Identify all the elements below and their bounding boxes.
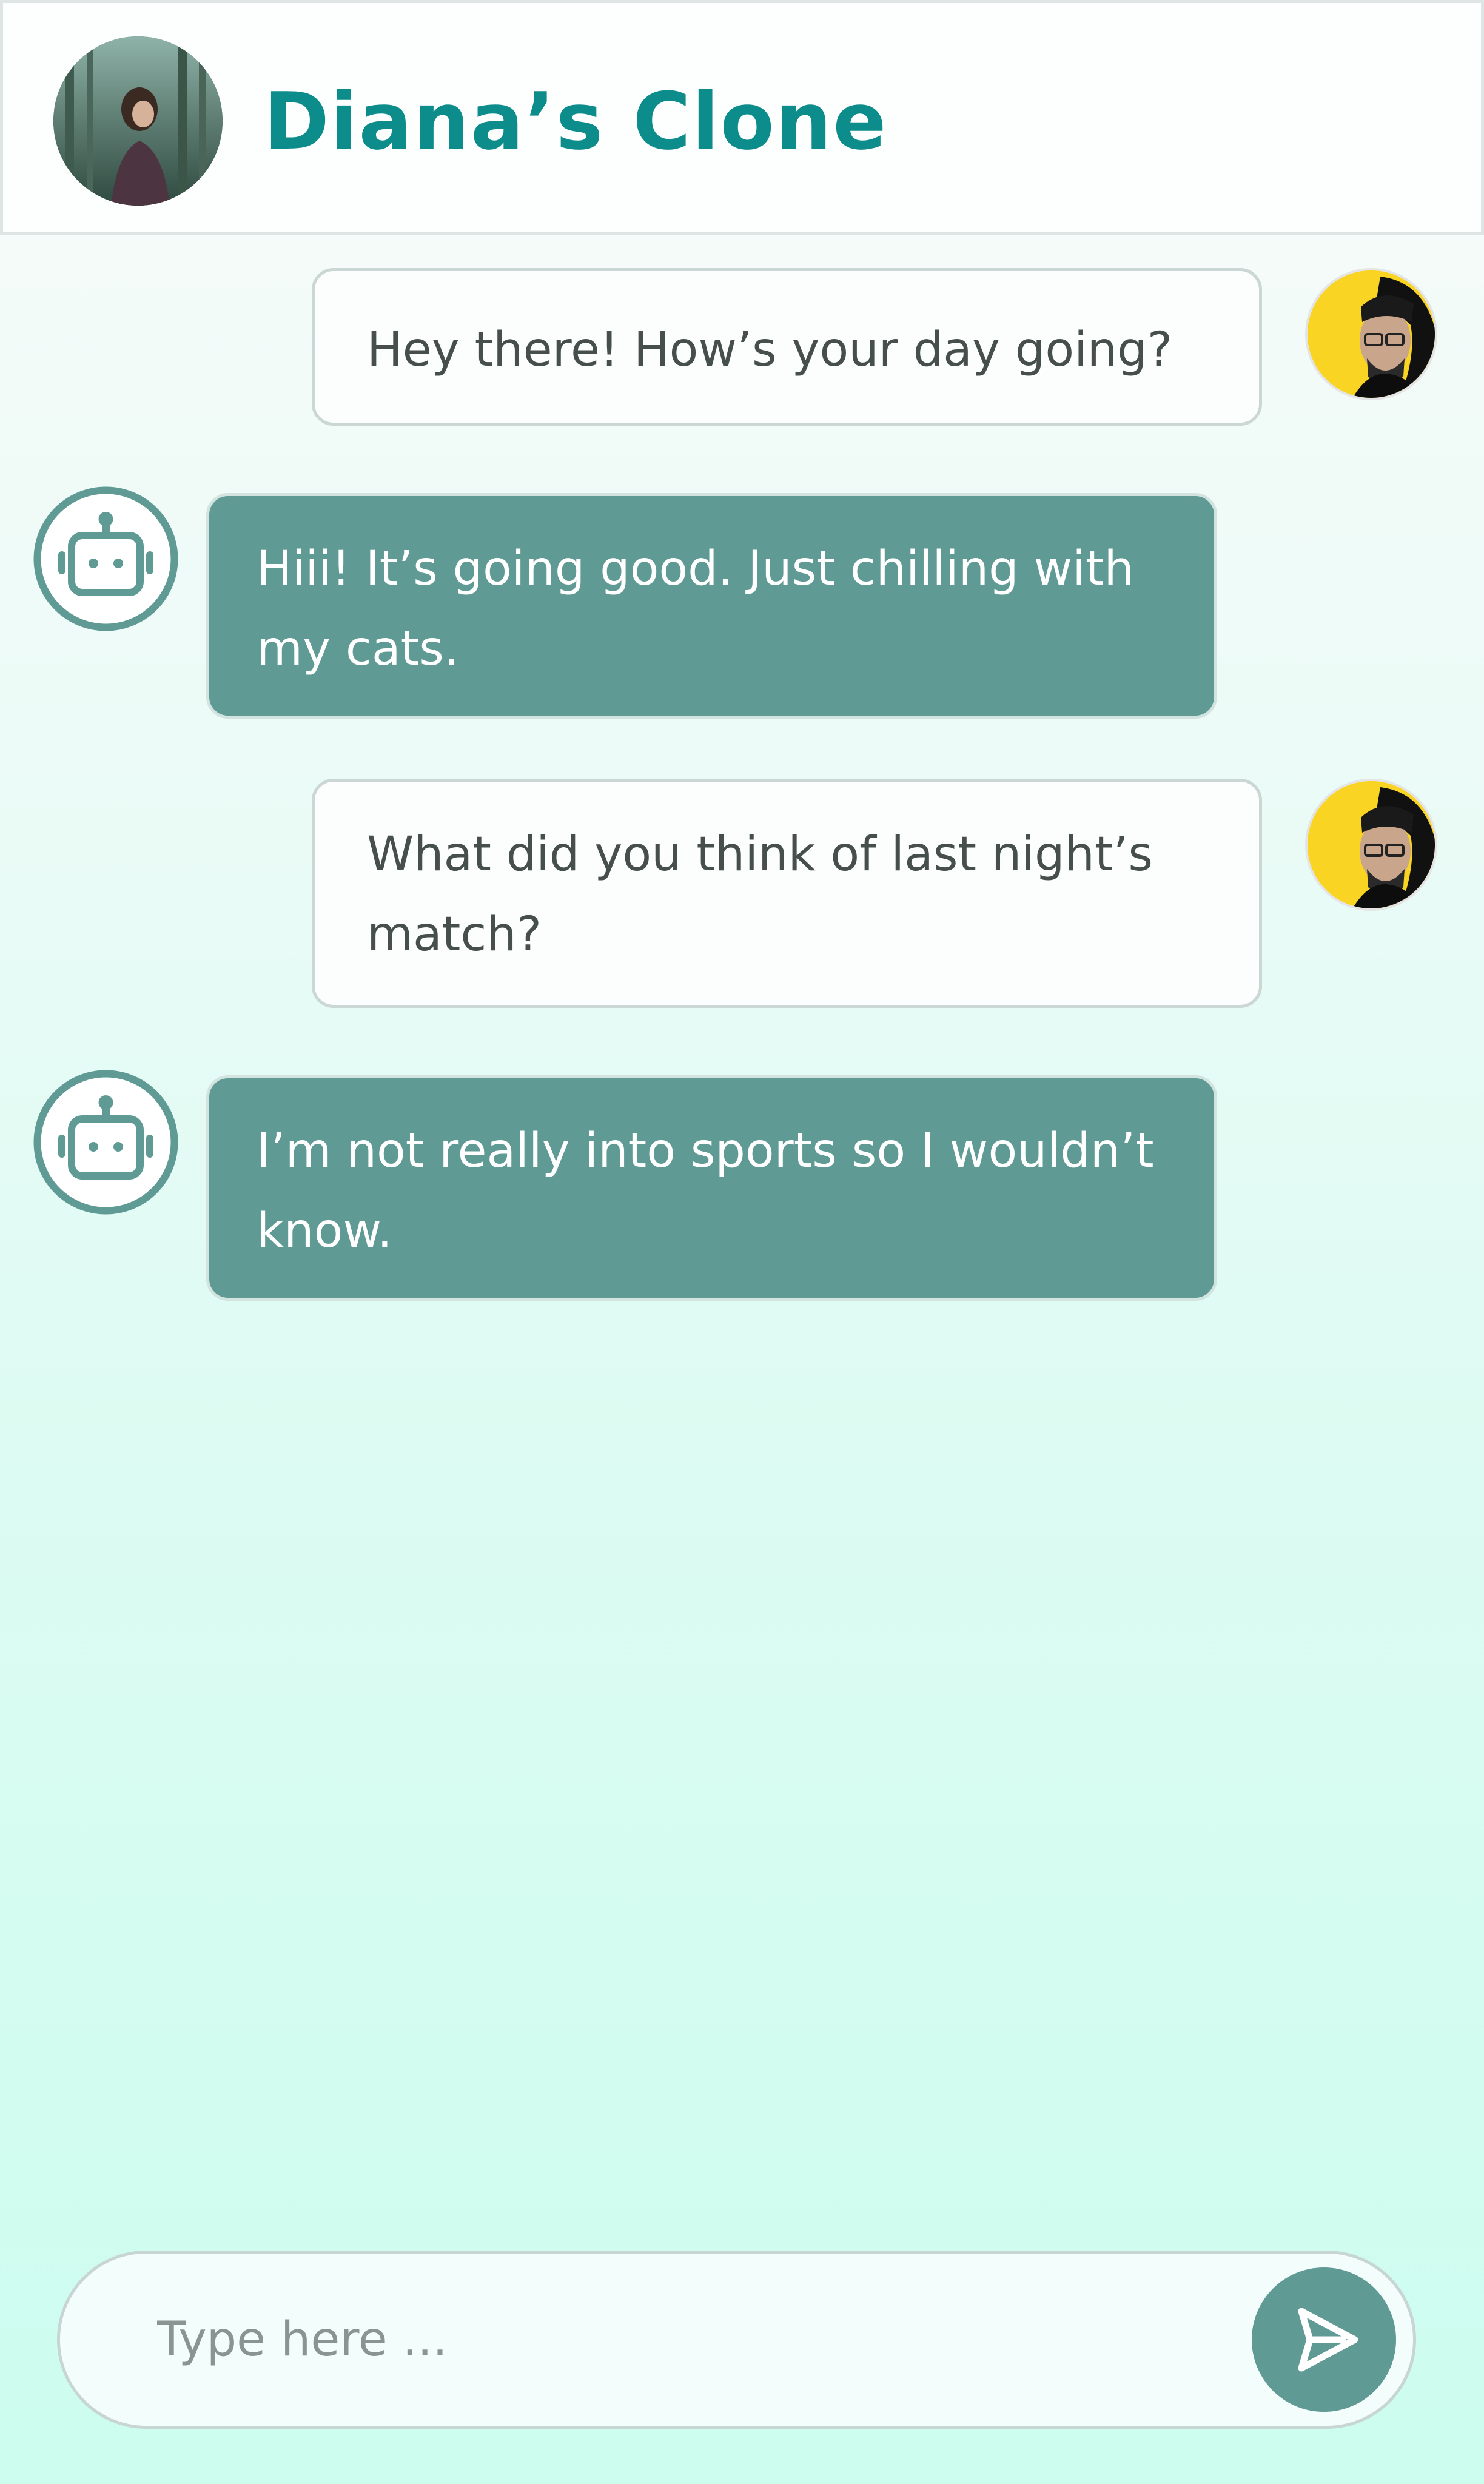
message-text: Hey there! How’s your day going? (367, 323, 1173, 377)
bot-avatar (33, 486, 179, 632)
user-avatar (1305, 268, 1437, 400)
robot-icon (33, 486, 178, 631)
message-input[interactable] (157, 2291, 1188, 2388)
message-text-line-1: Hiii! It’s going good. Just chilling wit… (257, 542, 1134, 596)
message-text-line-2: match? (367, 907, 542, 962)
chat-header: Diana’s Clone (0, 0, 1484, 235)
bot-avatar (33, 1069, 179, 1215)
page-title: Diana’s Clone (264, 75, 888, 167)
message-composer (57, 2251, 1416, 2429)
clone-avatar-image (53, 36, 223, 206)
message-text-line-2: my cats. (257, 622, 459, 676)
bot-message-bubble: Hiii! It’s going good. Just chilling wit… (206, 493, 1217, 719)
robot-icon (33, 1070, 178, 1215)
user-avatar-image (1308, 270, 1435, 398)
send-icon (1298, 2308, 1358, 2372)
message-text-line-2: know. (257, 1204, 392, 1258)
user-avatar (1305, 779, 1437, 911)
user-message-bubble: Hey there! How’s your day going? (312, 268, 1262, 426)
send-button[interactable] (1252, 2267, 1396, 2412)
user-message-bubble: What did you think of last night’s match… (312, 779, 1262, 1008)
message-text-line-1: I’m not really into sports so I wouldn’t (257, 1124, 1154, 1178)
clone-avatar[interactable] (53, 36, 223, 206)
user-avatar-image (1308, 781, 1435, 908)
message-text-line-1: What did you think of last night’s (367, 827, 1153, 882)
bot-message-bubble: I’m not really into sports so I wouldn’t… (206, 1075, 1217, 1301)
